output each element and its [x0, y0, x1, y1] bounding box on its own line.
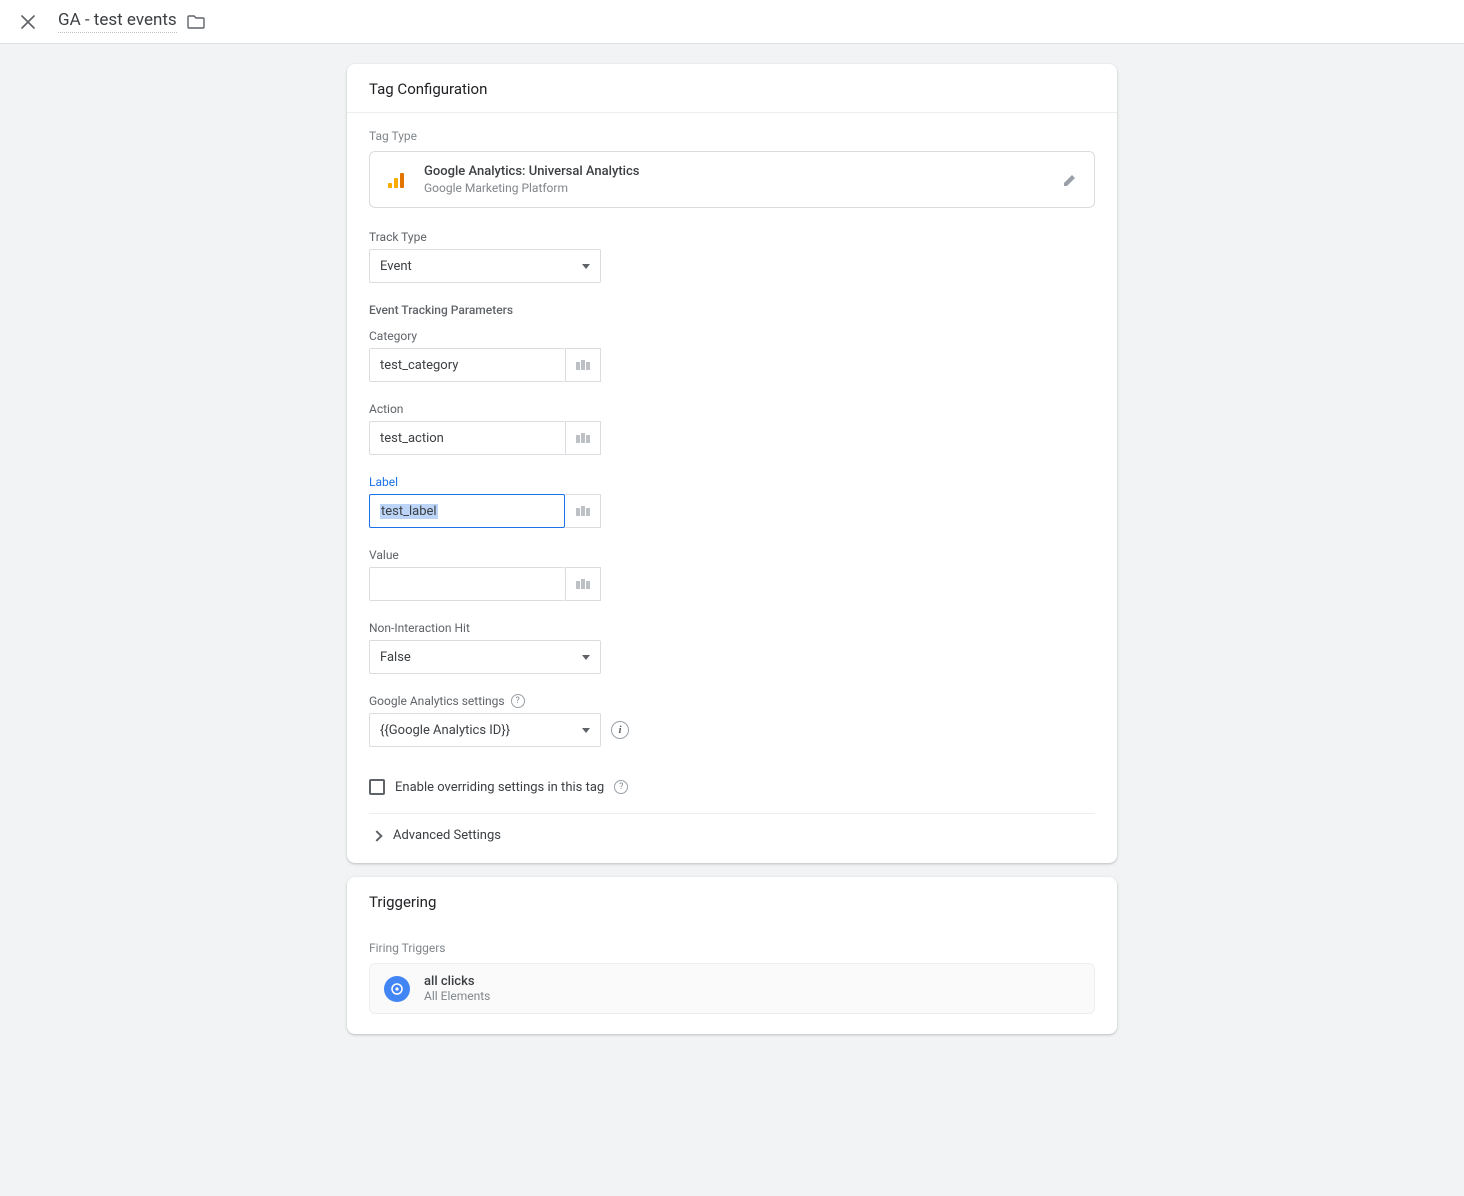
variable-picker-icon[interactable] — [565, 567, 601, 601]
info-icon[interactable]: i — [611, 721, 629, 739]
variable-picker-icon[interactable] — [565, 348, 601, 382]
tag-type-platform: Google Marketing Platform — [424, 181, 1044, 195]
workspace: Tag Configuration Tag Type Google Analyt… — [0, 44, 1464, 1196]
noninteraction-value: False — [380, 650, 411, 665]
chevron-down-icon — [582, 264, 590, 269]
click-trigger-icon — [384, 976, 410, 1002]
firing-triggers-label: Firing Triggers — [369, 941, 1095, 955]
ga-settings-value: {{Google Analytics ID}} — [380, 723, 510, 738]
folder-icon[interactable] — [187, 13, 205, 31]
tag-type-label: Tag Type — [369, 129, 1095, 143]
category-input[interactable]: test_category — [369, 348, 565, 382]
category-label: Category — [369, 329, 1095, 343]
tag-config-card: Tag Configuration Tag Type Google Analyt… — [347, 64, 1117, 863]
chevron-down-icon — [582, 655, 590, 660]
analytics-icon — [384, 168, 408, 192]
triggering-title: Triggering — [347, 877, 1117, 925]
help-icon[interactable]: ? — [511, 694, 525, 708]
action-label: Action — [369, 402, 1095, 416]
track-type-select[interactable]: Event — [369, 249, 601, 283]
ga-settings-label: Google Analytics settings ? — [369, 694, 1095, 708]
value-field-label: Value — [369, 548, 1095, 562]
action-input[interactable]: test_action — [369, 421, 565, 455]
edit-icon[interactable] — [1060, 170, 1080, 190]
override-settings-label: Enable overriding settings in this tag — [395, 780, 604, 795]
override-settings-checkbox[interactable] — [369, 779, 385, 795]
variable-picker-icon[interactable] — [565, 421, 601, 455]
tag-type-selector[interactable]: Google Analytics: Universal Analytics Go… — [369, 151, 1095, 208]
tag-config-title: Tag Configuration — [347, 64, 1117, 113]
trigger-name: all clicks — [424, 974, 490, 989]
help-icon[interactable]: ? — [614, 780, 628, 794]
advanced-settings-toggle[interactable]: Advanced Settings — [369, 814, 1095, 863]
triggering-card: Triggering Firing Triggers all clicks Al… — [347, 877, 1117, 1034]
page-title[interactable]: GA - test events — [58, 10, 177, 33]
close-icon[interactable] — [18, 12, 38, 32]
top-bar: GA - test events — [0, 0, 1464, 44]
noninteraction-label: Non-Interaction Hit — [369, 621, 1095, 635]
track-type-value: Event — [380, 259, 412, 274]
label-input[interactable]: test_label — [369, 494, 565, 528]
trigger-row[interactable]: all clicks All Elements — [369, 963, 1095, 1014]
chevron-down-icon — [582, 728, 590, 733]
advanced-settings-label: Advanced Settings — [393, 828, 501, 843]
chevron-right-icon — [371, 830, 382, 841]
track-type-label: Track Type — [369, 230, 1095, 244]
event-params-heading: Event Tracking Parameters — [369, 303, 1095, 317]
value-input[interactable] — [369, 567, 565, 601]
variable-picker-icon[interactable] — [565, 494, 601, 528]
noninteraction-select[interactable]: False — [369, 640, 601, 674]
ga-settings-select[interactable]: {{Google Analytics ID}} — [369, 713, 601, 747]
trigger-type: All Elements — [424, 989, 490, 1003]
label-field-label: Label — [369, 475, 1095, 489]
tag-type-name: Google Analytics: Universal Analytics — [424, 164, 1044, 179]
